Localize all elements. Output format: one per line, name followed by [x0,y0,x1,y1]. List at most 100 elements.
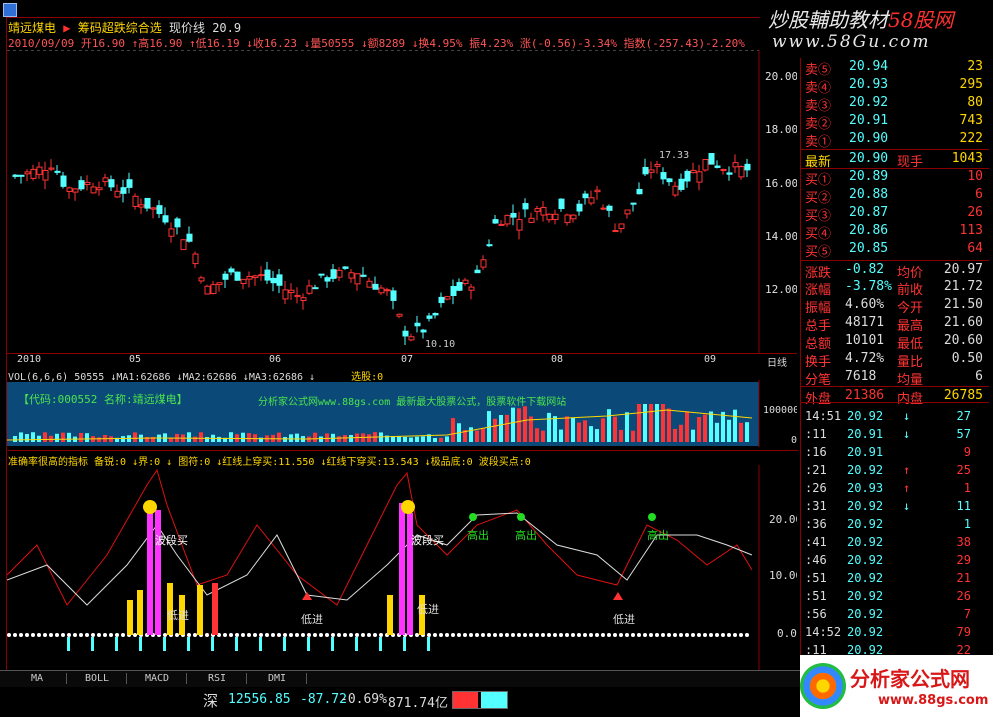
baseline-dot [349,633,353,637]
baseline-dot [499,633,503,637]
trade-volume: 1 [963,481,971,495]
index-value: 12556.85 [228,692,291,707]
tab-macd[interactable]: MACD [128,673,187,684]
trade-direction: ↓ [903,427,911,441]
tab-rsi[interactable]: RSI [188,673,247,684]
baseline-dot [541,633,545,637]
volume-bar [565,416,569,442]
volume-bar [133,432,137,442]
candle-body [186,233,193,242]
candle-body [12,174,19,177]
cyan-bar [67,637,70,651]
stock-name: 靖远煤电 [8,21,57,35]
tab-dmi[interactable]: DMI [248,673,307,684]
date-label: 07 [401,354,414,365]
period-label[interactable]: 日线 [767,354,787,369]
trade-row: :36 20.92 1 [801,515,989,533]
bid-row: 买⑤ 20.85 64 [801,240,989,260]
candle-body [744,163,751,171]
volume-bar [607,409,611,442]
baseline-dot [613,633,617,637]
window-icon[interactable] [3,3,17,17]
volume-bar [445,436,449,442]
candle-body [678,178,685,190]
candle-body [270,277,277,284]
trade-volume: 1 [963,517,971,531]
baseline-dot [631,633,635,637]
volume-bar [79,432,83,442]
high-out-label: 高出 [647,528,669,542]
baseline-dot [457,633,461,637]
volume-bar [493,418,497,442]
candle-body [360,274,367,277]
signal-bar [155,510,161,635]
candle-body [612,230,619,233]
volume-bar [61,432,65,442]
ad-site-text[interactable]: 分析家公式网www.88gs.com 最新最大股票公式，股票软件下载网站 [258,393,566,408]
candle-body [462,279,469,284]
baseline-dot [679,633,683,637]
cyan-bar [307,637,310,651]
candle-body [114,190,121,198]
candlestick-chart[interactable]: 17.33 10.10 20.00 18.00 16.00 14.00 12.0… [7,50,797,353]
volume-bar [553,416,557,442]
baseline-dot [547,633,551,637]
volume-bar [121,436,125,442]
baseline-dot [13,633,17,637]
candle-body [192,253,199,265]
candle-body [330,269,337,279]
candle-body [426,315,433,319]
stat-row: 总额 10101 最低 20.60 [801,332,989,352]
stat-value: 0.50 [951,351,983,366]
volume-bar [667,408,671,442]
site-logo[interactable]: 分析家公式网 www.88gs.com [800,655,993,717]
volume-bar [253,434,257,442]
candle-body [594,189,601,193]
tab-boll[interactable]: BOLL [68,673,127,684]
low-in-label: 低进 [417,603,439,616]
candle-body [24,171,31,175]
candle-body [672,185,679,196]
trade-ticker: 14:51 20.92 ↓ 27:11 20.91 ↓ 57:16 20.91 9:21 20.9… [800,402,989,657]
candle-body [558,198,565,210]
candle-body [450,286,457,296]
volume-bar [19,432,23,442]
volume-bar [613,416,617,442]
candle-body [162,215,169,223]
trade-row: 14:51 20.92 ↓ 27 [801,407,989,425]
stat-value: 20.97 [943,262,983,277]
baseline-dot [19,633,23,637]
baseline-dot [235,633,239,637]
baseline-dot [115,633,119,637]
baseline-dot [31,633,35,637]
candle-body [486,244,493,247]
baseline-dot [667,633,671,637]
trade-price: 20.92 [847,499,884,513]
quote-volume: 80 [967,95,983,110]
candle-body [588,197,595,204]
price-tick-20: 20.00 [765,70,797,83]
tab-ma[interactable]: MA [8,673,67,684]
trade-time: :51 [805,571,827,585]
volume-bar [505,414,509,442]
indicator-chart[interactable]: 20.00 10.00 0.00 波段买 波段买 高出 高出 高出 低进 低进 … [7,465,797,670]
trade-volume: 7 [963,607,971,621]
trade-price: 20.92 [847,589,884,603]
candle-body [384,289,391,292]
candle-body [738,166,745,178]
candle-body [18,174,25,177]
candle-body [72,188,79,193]
high-annotation: 17.33 [659,150,689,161]
ask-row: 卖② 20.91 743 [801,112,989,132]
volume-bar [655,404,659,442]
cyan-bar [115,637,118,651]
candle-body [96,187,103,191]
quote-price: 20.85 [849,241,889,256]
date-label: 09 [704,354,717,365]
baseline-dot [427,633,431,637]
volume-bar [619,429,623,442]
volume-bar [727,419,731,442]
baseline-dot [535,633,539,637]
baseline-dot [361,633,365,637]
trade-price: 20.92 [847,535,884,549]
